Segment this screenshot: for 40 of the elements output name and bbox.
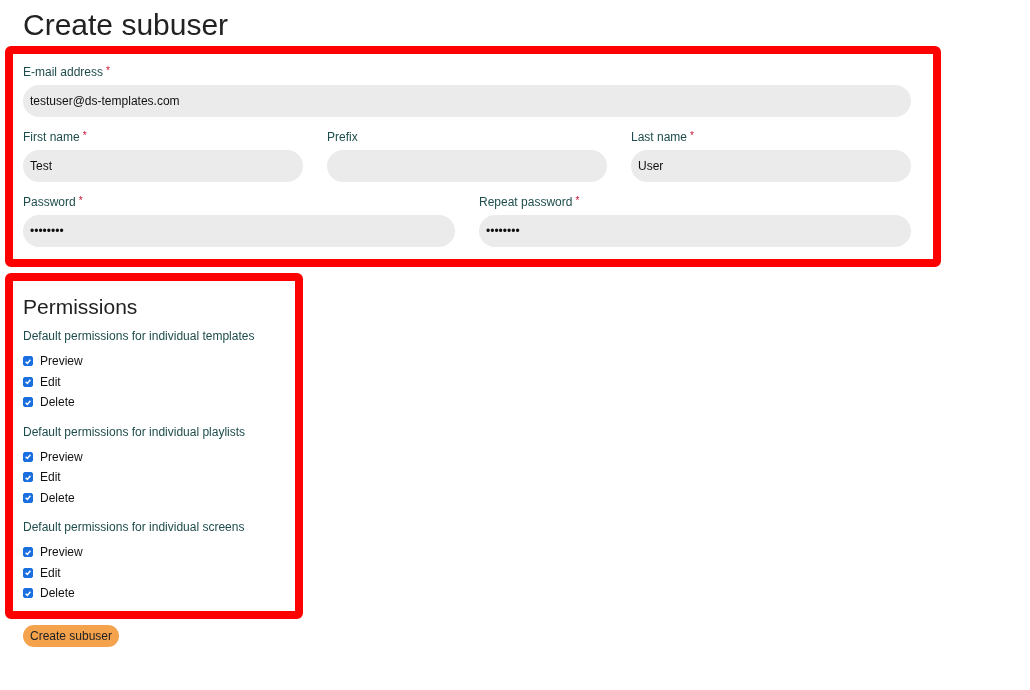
checkbox-label: Edit	[40, 470, 61, 485]
checkbox[interactable]	[23, 356, 33, 367]
checkbox[interactable]	[23, 397, 33, 408]
input-field[interactable]: User	[631, 150, 911, 182]
field-label: Password	[23, 195, 76, 209]
required-asterisk: *	[78, 195, 83, 206]
input-field[interactable]: ••••••••	[479, 215, 911, 247]
field-label: Last name	[631, 130, 688, 144]
checkbox[interactable]	[23, 588, 33, 599]
checkbox[interactable]	[23, 567, 33, 578]
checkbox-label: Delete	[40, 395, 75, 410]
checkbox-label: Delete	[40, 586, 75, 601]
group-title: Default permissions for individual templates	[23, 329, 256, 343]
checkbox[interactable]	[23, 376, 33, 387]
create-subuser-button[interactable]: Create subuser	[23, 625, 120, 647]
field-label: E-mail address	[23, 65, 104, 79]
input-field[interactable]: ••••••••	[23, 215, 455, 247]
checkbox-label: Preview	[40, 545, 83, 560]
checkbox[interactable]	[23, 547, 33, 558]
checkbox-label: Edit	[40, 374, 61, 389]
required-asterisk: *	[575, 195, 580, 206]
checkbox[interactable]	[23, 492, 33, 503]
checkbox-label: Preview	[40, 354, 83, 369]
group-title: Default permissions for individual playlists	[23, 424, 247, 439]
input-field[interactable]: testuser@ds-templates.com	[23, 85, 911, 117]
field-label: Prefix	[327, 130, 358, 144]
input-field[interactable]: Test	[23, 150, 303, 182]
group-title: Default permissions for individual screens	[23, 520, 246, 534]
field-label: Repeat password	[479, 195, 573, 209]
checkbox-label: Delete	[40, 490, 75, 505]
checkbox[interactable]	[23, 472, 33, 483]
checkbox-label: Preview	[40, 449, 83, 464]
section-title: Permissions	[23, 295, 139, 319]
required-asterisk: *	[690, 130, 694, 141]
checkbox-label: Edit	[40, 565, 61, 580]
required-asterisk: *	[106, 65, 110, 76]
checkbox[interactable]	[23, 451, 33, 462]
field-label: First name	[23, 130, 80, 144]
page-title: Create subuser	[23, 10, 230, 40]
required-asterisk: *	[82, 130, 87, 141]
